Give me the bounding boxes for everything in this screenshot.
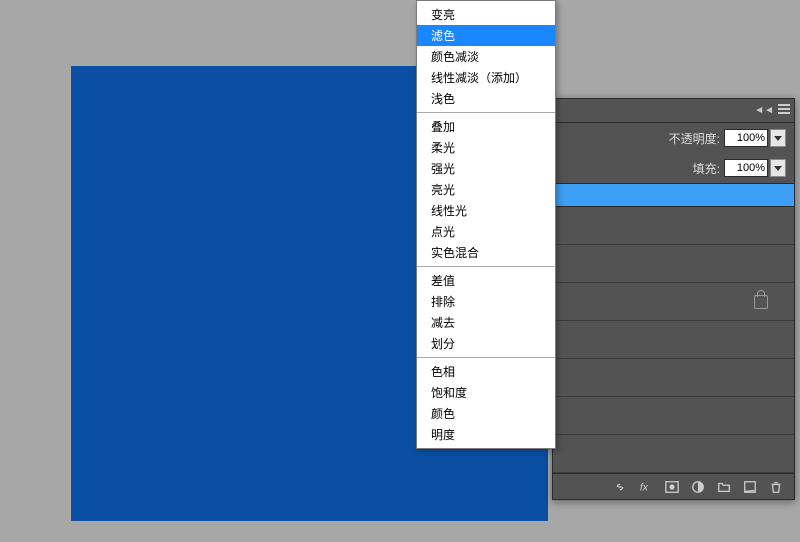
- opacity-label: 不透明度:: [669, 130, 720, 147]
- new-layer-icon[interactable]: [742, 479, 758, 495]
- blend-mode-item[interactable]: 色相: [417, 361, 555, 382]
- blend-mode-item[interactable]: 排除: [417, 291, 555, 312]
- layer-list: [553, 207, 794, 473]
- fx-icon[interactable]: fx: [638, 479, 654, 495]
- trash-icon[interactable]: [768, 479, 784, 495]
- blend-mode-item[interactable]: 颜色: [417, 403, 555, 424]
- blend-mode-item[interactable]: 点光: [417, 221, 555, 242]
- opacity-input[interactable]: [724, 129, 768, 147]
- blend-mode-item[interactable]: 线性光: [417, 200, 555, 221]
- blend-mode-item[interactable]: 浅色: [417, 88, 555, 109]
- blend-mode-item[interactable]: 滤色: [417, 25, 555, 46]
- blend-mode-item[interactable]: 变亮: [417, 4, 555, 25]
- layer-slot-locked[interactable]: [553, 283, 794, 321]
- mask-icon[interactable]: [664, 479, 680, 495]
- blend-mode-item[interactable]: 叠加: [417, 116, 555, 137]
- blend-mode-item[interactable]: 实色混合: [417, 242, 555, 263]
- panel-footer: fx: [553, 473, 794, 499]
- blend-mode-item[interactable]: 明度: [417, 424, 555, 445]
- layers-panel: ◄◄ 不透明度: 填充: fx: [552, 98, 795, 500]
- blend-mode-item[interactable]: 柔光: [417, 137, 555, 158]
- fill-label: 填充:: [693, 160, 720, 177]
- layer-slot[interactable]: [553, 207, 794, 245]
- layer-slot[interactable]: [553, 359, 794, 397]
- panel-menu-icon[interactable]: [778, 104, 790, 116]
- fill-input[interactable]: [724, 159, 768, 177]
- fill-flyout-button[interactable]: [770, 159, 786, 177]
- opacity-flyout-button[interactable]: [770, 129, 786, 147]
- blend-mode-item[interactable]: 颜色减淡: [417, 46, 555, 67]
- opacity-row: 不透明度:: [553, 123, 794, 153]
- layer-slot[interactable]: [553, 321, 794, 359]
- layer-slot[interactable]: [553, 245, 794, 283]
- fill-row: 填充:: [553, 153, 794, 183]
- blend-mode-item[interactable]: 饱和度: [417, 382, 555, 403]
- blend-mode-item[interactable]: 差值: [417, 270, 555, 291]
- group-icon[interactable]: [716, 479, 732, 495]
- panel-tabbar: ◄◄: [553, 99, 794, 123]
- blend-mode-dropdown[interactable]: 变亮滤色颜色减淡线性减淡（添加）浅色叠加柔光强光亮光线性光点光实色混合差值排除减…: [416, 0, 556, 449]
- blend-mode-item[interactable]: 亮光: [417, 179, 555, 200]
- blend-mode-item[interactable]: 线性减淡（添加）: [417, 67, 555, 88]
- adjustment-icon[interactable]: [690, 479, 706, 495]
- blend-mode-item[interactable]: 减去: [417, 312, 555, 333]
- link-icon[interactable]: [612, 479, 628, 495]
- svg-text:fx: fx: [640, 481, 649, 493]
- blend-mode-item[interactable]: 划分: [417, 333, 555, 354]
- layer-slot[interactable]: [553, 435, 794, 473]
- active-layer-strip[interactable]: [553, 183, 794, 207]
- blend-mode-item[interactable]: 强光: [417, 158, 555, 179]
- lock-icon: [754, 295, 768, 309]
- layer-slot[interactable]: [553, 397, 794, 435]
- collapse-icon[interactable]: ◄◄: [754, 105, 774, 116]
